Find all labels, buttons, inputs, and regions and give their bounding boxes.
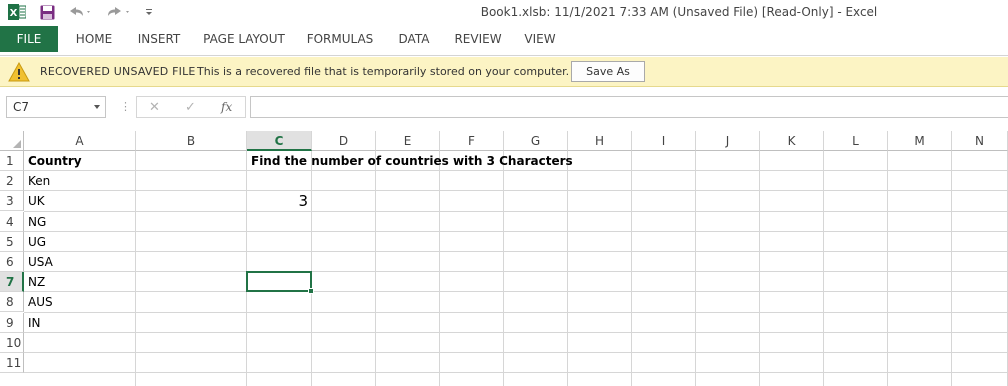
gridline-vertical <box>823 151 824 386</box>
gridline-vertical <box>951 151 952 386</box>
tab-page-layout[interactable]: PAGE LAYOUT <box>196 26 292 52</box>
cell-c1[interactable]: Find the number of countries with 3 Char… <box>247 151 747 171</box>
worksheet-grid: ABCDEFGHIJKLMN 1 2 3 4 5 6 7 8 9 10 11 Country Ken U… <box>0 131 1008 386</box>
cell-a1[interactable]: Country <box>24 151 136 171</box>
recovered-file-banner: RECOVERED UNSAVED FILE This is a recover… <box>0 57 1008 87</box>
cell-a3[interactable]: UK <box>24 191 136 211</box>
gridline-horizontal <box>24 251 1008 252</box>
cell-a4[interactable]: NG <box>24 212 136 232</box>
gridline-horizontal <box>24 291 1008 293</box>
cell-a6[interactable]: USA <box>24 252 136 272</box>
gridline-vertical <box>311 151 312 386</box>
cell-a5[interactable]: UG <box>24 232 136 252</box>
gridline-horizontal <box>24 311 1008 313</box>
row-header-3[interactable]: 3 <box>0 191 24 212</box>
column-header-h[interactable]: H <box>568 131 632 151</box>
column-header-e[interactable]: E <box>376 131 440 151</box>
gridline-vertical <box>695 151 696 386</box>
insert-function-icon[interactable]: fx <box>221 100 232 114</box>
gridline-vertical <box>375 151 376 386</box>
cell-c3[interactable]: 3 <box>247 191 312 211</box>
cancel-icon[interactable]: ✕ <box>149 100 160 115</box>
select-all-icon <box>13 140 21 148</box>
cell-a8[interactable]: AUS <box>24 292 136 312</box>
save-as-button[interactable]: Save As <box>571 61 645 82</box>
cell-a9[interactable]: IN <box>24 313 136 333</box>
formula-bar: C7 ⋮ ✕ ✓ fx <box>0 88 1008 128</box>
row-header-1[interactable]: 1 <box>0 151 24 171</box>
banner-message: This is a recovered file that is tempora… <box>197 65 570 78</box>
gridline-horizontal <box>24 352 1008 353</box>
name-box[interactable]: C7 <box>6 96 106 118</box>
row-header-10[interactable]: 10 <box>0 332 24 353</box>
tab-review[interactable]: REVIEW <box>448 26 508 52</box>
formula-buttons: ✕ ✓ fx <box>136 96 246 118</box>
tab-formulas[interactable]: FORMULAS <box>300 26 380 52</box>
window-title: Book1.xlsb: 11/1/2021 7:33 AM (Unsaved F… <box>480 5 878 19</box>
gridline-horizontal <box>24 190 1008 192</box>
enter-icon[interactable]: ✓ <box>185 100 196 115</box>
gridline-vertical <box>759 151 760 386</box>
row-header-8[interactable]: 8 <box>0 292 24 313</box>
column-header-f[interactable]: F <box>440 131 504 151</box>
title-bar: X Book1.xlsb: 11/1/2021 7:33 AM (Unsaved… <box>0 0 1008 24</box>
row-header-2[interactable]: 2 <box>0 171 24 192</box>
gridline-vertical <box>567 151 568 386</box>
row-header-4[interactable]: 4 <box>0 211 24 232</box>
warning-icon <box>8 61 30 86</box>
cell-a2[interactable]: Ken <box>24 171 136 191</box>
column-header-b[interactable]: B <box>136 131 247 151</box>
gridline-horizontal <box>24 372 1008 374</box>
gridline-horizontal <box>24 210 1008 212</box>
row-header-6[interactable]: 6 <box>0 252 24 272</box>
column-header-n[interactable]: N <box>952 131 1008 151</box>
active-cell[interactable] <box>246 271 314 295</box>
column-header-i[interactable]: I <box>632 131 696 151</box>
tab-home[interactable]: HOME <box>66 26 122 52</box>
chevron-down-icon[interactable] <box>94 105 100 109</box>
row-header-7[interactable]: 7 <box>0 272 24 293</box>
row-header-11[interactable]: 11 <box>0 353 24 373</box>
gridline-vertical <box>503 151 504 386</box>
formula-input[interactable] <box>250 96 1008 118</box>
banner-title: RECOVERED UNSAVED FILE <box>40 65 196 78</box>
column-header-c[interactable]: C <box>247 131 312 151</box>
select-all-button[interactable] <box>0 131 24 151</box>
formula-bar-grip[interactable]: ⋮ <box>120 100 131 113</box>
gridline-horizontal <box>24 230 1008 232</box>
tab-insert[interactable]: INSERT <box>130 26 188 52</box>
cell-a7[interactable]: NZ <box>24 272 136 292</box>
column-header-m[interactable]: M <box>888 131 952 151</box>
column-header-a[interactable]: A <box>24 131 136 151</box>
row-header-5[interactable]: 5 <box>0 231 24 252</box>
fill-handle[interactable] <box>308 288 314 295</box>
column-header-l[interactable]: L <box>824 131 888 151</box>
gridline-horizontal <box>24 331 1008 333</box>
column-header-d[interactable]: D <box>312 131 376 151</box>
tab-data[interactable]: DATA <box>388 26 440 52</box>
gridline-vertical <box>246 151 247 386</box>
tab-file[interactable]: FILE <box>0 26 58 52</box>
gridline-vertical <box>439 151 440 386</box>
tab-view[interactable]: VIEW <box>516 26 564 52</box>
gridline-vertical <box>631 151 632 386</box>
column-header-j[interactable]: J <box>696 131 760 151</box>
name-box-value: C7 <box>13 100 30 114</box>
row-header-9[interactable]: 9 <box>0 312 24 333</box>
ribbon-tabs: FILE HOME INSERT PAGE LAYOUT FORMULAS DA… <box>0 24 1008 56</box>
gridline-horizontal <box>24 271 1008 273</box>
column-header-k[interactable]: K <box>760 131 824 151</box>
column-header-g[interactable]: G <box>504 131 568 151</box>
gridline-vertical <box>887 151 888 386</box>
